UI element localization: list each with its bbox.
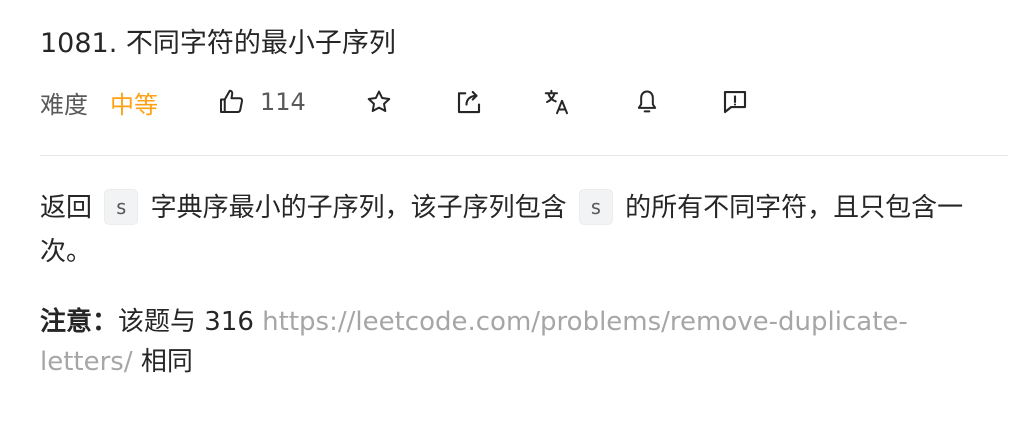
- problem-description: 返回 s 字典序最小的子序列，该子序列包含 s 的所有不同字符，且只包含一次。: [40, 186, 1000, 274]
- note-suffix: 相同: [132, 347, 193, 377]
- translate-button[interactable]: [542, 87, 572, 117]
- inline-code-s: s: [578, 189, 613, 225]
- thumbs-up-icon: [220, 89, 244, 113]
- header-divider: [40, 155, 1008, 156]
- translate-icon: [544, 89, 568, 115]
- desc-text-1: 返回: [40, 193, 101, 223]
- problem-page: 1081. 不同字符的最小子序列 难度 中等 114 返回 s 字典序最小的子序…: [0, 0, 1033, 428]
- note-text: 该题与 316: [118, 307, 263, 337]
- like-count: 114: [260, 88, 306, 116]
- problem-title: 1081. 不同字符的最小子序列: [40, 28, 396, 59]
- share-icon: [457, 90, 480, 114]
- bell-icon: [637, 90, 656, 113]
- desc-text-2: 字典序最小的子序列，该子序列包含: [142, 193, 575, 223]
- note-label: 注意：: [40, 307, 119, 337]
- star-icon: [367, 90, 391, 112]
- notify-button[interactable]: [632, 87, 662, 117]
- like-button[interactable]: 114: [216, 87, 306, 117]
- favorite-button[interactable]: [364, 87, 394, 117]
- difficulty-badge: 中等: [110, 90, 158, 119]
- feedback-button[interactable]: [720, 87, 750, 117]
- problem-note: 注意：该题与 316 https://leetcode.com/problems…: [40, 302, 1000, 382]
- inline-code-s: s: [104, 189, 139, 225]
- share-button[interactable]: [454, 87, 484, 117]
- difficulty-label: 难度: [40, 90, 88, 119]
- feedback-icon: [723, 90, 746, 114]
- problem-meta-bar: 难度 中等 114: [40, 82, 750, 122]
